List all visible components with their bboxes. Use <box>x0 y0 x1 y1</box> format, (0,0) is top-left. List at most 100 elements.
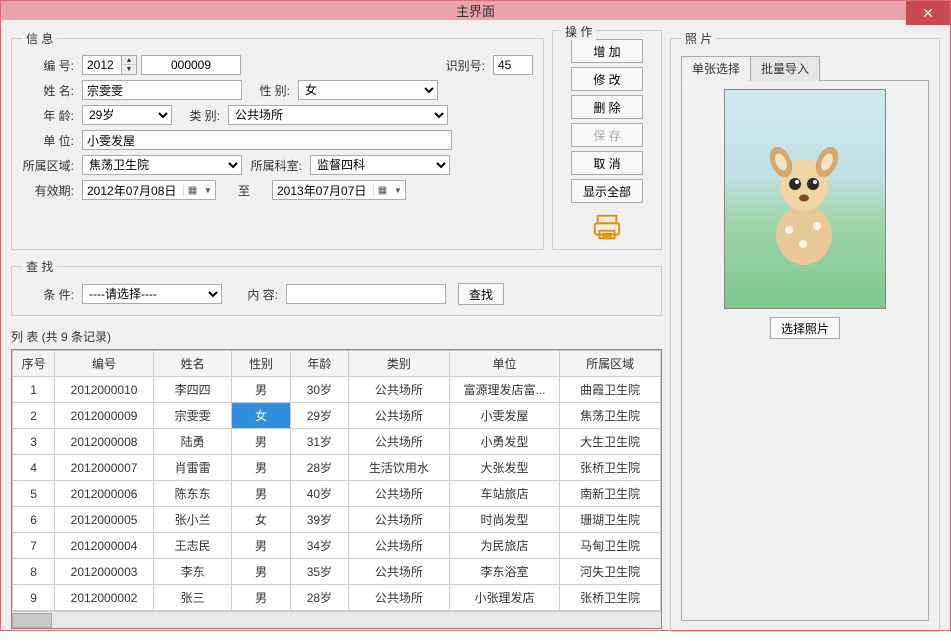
table-cell[interactable]: 3 <box>13 429 55 455</box>
table-cell[interactable]: 2 <box>13 403 55 429</box>
calendar-icon[interactable]: ▦ <box>373 185 391 196</box>
table-cell[interactable]: 30岁 <box>290 377 348 403</box>
table-cell[interactable]: 男 <box>232 585 290 611</box>
leibie-select[interactable]: 公共场所 <box>228 105 448 125</box>
table-cell[interactable]: 富源理发店富... <box>449 377 560 403</box>
chevron-down-icon[interactable]: ▼ <box>201 186 215 195</box>
neirong-input[interactable] <box>286 284 446 304</box>
col-header[interactable]: 单位 <box>449 351 560 377</box>
table-cell[interactable]: 男 <box>232 559 290 585</box>
year-input[interactable] <box>82 55 122 75</box>
table-cell[interactable]: 陆勇 <box>153 429 231 455</box>
table-cell[interactable]: 大张发型 <box>449 455 560 481</box>
table-cell[interactable]: 南新卫生院 <box>560 481 661 507</box>
shibiehao-input[interactable] <box>493 55 533 75</box>
delete-button[interactable]: 删 除 <box>571 95 643 119</box>
spin-up-icon[interactable]: ▲ <box>122 56 136 65</box>
table-cell[interactable]: 马甸卫生院 <box>560 533 661 559</box>
tab-single[interactable]: 单张选择 <box>681 56 751 81</box>
table-cell[interactable]: 8 <box>13 559 55 585</box>
table-row[interactable]: 42012000007肖雷雷男28岁生活饮用水大张发型张桥卫生院 <box>13 455 661 481</box>
search-button[interactable]: 查找 <box>458 283 504 305</box>
table-cell[interactable]: 2012000006 <box>55 481 154 507</box>
table-cell[interactable]: 男 <box>232 533 290 559</box>
spin-down-icon[interactable]: ▼ <box>122 65 136 74</box>
xingbie-select[interactable]: 女 <box>298 80 438 100</box>
table-cell[interactable]: 2012000005 <box>55 507 154 533</box>
table-cell[interactable]: 2012000009 <box>55 403 154 429</box>
cancel-button[interactable]: 取 消 <box>571 151 643 175</box>
table-cell[interactable]: 28岁 <box>290 585 348 611</box>
table-cell[interactable]: 李东浴室 <box>449 559 560 585</box>
table-cell[interactable]: 35岁 <box>290 559 348 585</box>
table-cell[interactable]: 公共场所 <box>349 533 450 559</box>
table-cell[interactable]: 时尚发型 <box>449 507 560 533</box>
table-cell[interactable]: 男 <box>232 377 290 403</box>
date-to[interactable]: ▦▼ <box>272 180 406 200</box>
nianling-select[interactable]: 29岁 <box>82 105 172 125</box>
date-from-input[interactable] <box>83 181 183 199</box>
table-cell[interactable]: 6 <box>13 507 55 533</box>
table-row[interactable]: 52012000006陈东东男40岁公共场所车站旅店南新卫生院 <box>13 481 661 507</box>
table-cell[interactable]: 张桥卫生院 <box>560 585 661 611</box>
table-cell[interactable]: 2012000007 <box>55 455 154 481</box>
showall-button[interactable]: 显示全部 <box>571 179 643 203</box>
seq-input[interactable] <box>141 55 241 75</box>
table-cell[interactable]: 曲霞卫生院 <box>560 377 661 403</box>
table-cell[interactable]: 珊瑚卫生院 <box>560 507 661 533</box>
table-cell[interactable]: 2012000004 <box>55 533 154 559</box>
table-cell[interactable]: 女 <box>232 403 290 429</box>
table-cell[interactable]: 公共场所 <box>349 559 450 585</box>
add-button[interactable]: 增 加 <box>571 39 643 63</box>
keshi-select[interactable]: 监督四科 <box>310 155 450 175</box>
xingming-input[interactable] <box>82 80 242 100</box>
table-row[interactable]: 92012000002张三男28岁公共场所小张理发店张桥卫生院 <box>13 585 661 611</box>
chevron-down-icon[interactable]: ▼ <box>391 186 405 195</box>
table-cell[interactable]: 2012000002 <box>55 585 154 611</box>
date-to-input[interactable] <box>273 181 373 199</box>
table-cell[interactable]: 2012000003 <box>55 559 154 585</box>
table-cell[interactable]: 公共场所 <box>349 585 450 611</box>
table-cell[interactable]: 公共场所 <box>349 403 450 429</box>
table-row[interactable]: 22012000009宗雯雯女29岁公共场所小雯发屋焦荡卫生院 <box>13 403 661 429</box>
col-header[interactable]: 年龄 <box>290 351 348 377</box>
table-cell[interactable]: 9 <box>13 585 55 611</box>
table-cell[interactable]: 肖雷雷 <box>153 455 231 481</box>
data-table[interactable]: 序号编号姓名性别年龄类别单位所属区域 12012000010李四四男30岁公共场… <box>12 350 661 611</box>
table-cell[interactable]: 河失卫生院 <box>560 559 661 585</box>
danwei-input[interactable] <box>82 130 452 150</box>
col-header[interactable]: 编号 <box>55 351 154 377</box>
calendar-icon[interactable]: ▦ <box>183 185 201 196</box>
table-cell[interactable]: 男 <box>232 481 290 507</box>
col-header[interactable]: 序号 <box>13 351 55 377</box>
table-cell[interactable]: 张桥卫生院 <box>560 455 661 481</box>
col-header[interactable]: 性别 <box>232 351 290 377</box>
scroll-thumb[interactable] <box>12 613 52 628</box>
table-cell[interactable]: 生活饮用水 <box>349 455 450 481</box>
table-cell[interactable]: 28岁 <box>290 455 348 481</box>
table-cell[interactable]: 李四四 <box>153 377 231 403</box>
table-cell[interactable]: 男 <box>232 429 290 455</box>
table-row[interactable]: 82012000003李东男35岁公共场所李东浴室河失卫生院 <box>13 559 661 585</box>
edit-button[interactable]: 修 改 <box>571 67 643 91</box>
year-spinner[interactable]: ▲▼ <box>82 55 137 75</box>
col-header[interactable]: 类别 <box>349 351 450 377</box>
table-cell[interactable]: 40岁 <box>290 481 348 507</box>
table-cell[interactable]: 宗雯雯 <box>153 403 231 429</box>
table-cell[interactable]: 张三 <box>153 585 231 611</box>
table-row[interactable]: 12012000010李四四男30岁公共场所富源理发店富...曲霞卫生院 <box>13 377 661 403</box>
table-cell[interactable]: 小勇发型 <box>449 429 560 455</box>
hscrollbar[interactable] <box>12 611 661 628</box>
table-cell[interactable]: 女 <box>232 507 290 533</box>
tiaojian-select[interactable]: ----请选择---- <box>82 284 222 304</box>
select-photo-button[interactable]: 选择照片 <box>770 317 840 339</box>
table-cell[interactable]: 焦荡卫生院 <box>560 403 661 429</box>
close-icon[interactable]: ✕ <box>906 1 950 25</box>
table-cell[interactable]: 31岁 <box>290 429 348 455</box>
col-header[interactable]: 姓名 <box>153 351 231 377</box>
tab-batch[interactable]: 批量导入 <box>750 56 820 81</box>
table-cell[interactable]: 公共场所 <box>349 507 450 533</box>
date-from[interactable]: ▦▼ <box>82 180 216 200</box>
table-cell[interactable]: 7 <box>13 533 55 559</box>
print-icon[interactable] <box>589 211 625 243</box>
